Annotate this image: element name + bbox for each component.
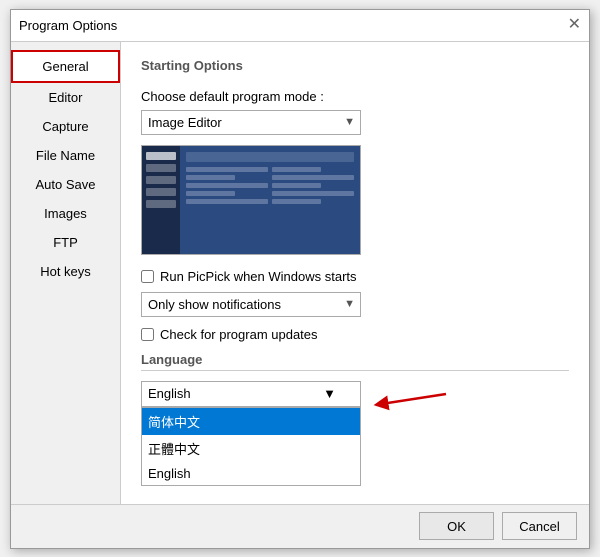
preview-col-2 (272, 167, 354, 204)
preview-col-1 (186, 167, 268, 204)
preview-sidebar-item-1 (146, 152, 176, 160)
run-on-startup-label: Run PicPick when Windows starts (160, 269, 357, 284)
sidebar-item-filename[interactable]: File Name (11, 141, 120, 170)
cancel-button[interactable]: Cancel (502, 512, 577, 540)
preview-content (186, 167, 354, 204)
preview-line-9 (272, 191, 354, 196)
language-dropdown: 简体中文 正體中文 English (141, 407, 361, 486)
preview-line-3 (186, 183, 268, 188)
preview-line-5 (186, 199, 268, 204)
window-body: General Editor Capture File Name Auto Sa… (11, 42, 589, 504)
mode-select-wrapper: Image Editor Screen Capture Color Picker… (141, 110, 361, 135)
program-options-window: Program Options ✕ General Editor Capture… (10, 9, 590, 549)
language-display[interactable]: English ▼ (141, 381, 361, 407)
language-section: Language English ▼ 简体中文 正體中文 English (141, 352, 569, 407)
preview-sidebar-item-4 (146, 188, 176, 196)
sidebar-item-autosave[interactable]: Auto Save (11, 170, 120, 199)
window-title: Program Options (19, 18, 117, 33)
language-option-simplified-chinese[interactable]: 简体中文 (142, 408, 360, 435)
startup-behavior-select[interactable]: Only show notifications Show window (141, 292, 361, 317)
mode-preview-image (141, 145, 361, 255)
preview-line-1 (186, 167, 268, 172)
main-content: Starting Options Choose default program … (121, 42, 589, 504)
close-button[interactable]: ✕ (568, 17, 581, 33)
sidebar-item-general[interactable]: General (11, 50, 120, 83)
preview-line-8 (272, 183, 321, 188)
mode-label: Choose default program mode : (141, 89, 569, 104)
startup-behavior-select-wrapper: Only show notifications Show window ▼ (141, 292, 361, 317)
preview-top-bar (186, 152, 354, 162)
run-on-startup-checkbox[interactable] (141, 270, 154, 283)
language-current-value: English (148, 386, 191, 401)
preview-sidebar-item-2 (146, 164, 176, 172)
preview-sidebar-item-5 (146, 200, 176, 208)
ok-button[interactable]: OK (419, 512, 494, 540)
sidebar-item-editor[interactable]: Editor (11, 83, 120, 112)
section-title: Starting Options (141, 58, 569, 77)
preview-main (180, 146, 360, 254)
preview-sidebar (142, 146, 180, 254)
language-arrow-icon: ▼ (323, 386, 336, 401)
preview-line-10 (272, 199, 321, 204)
mode-select[interactable]: Image Editor Screen Capture Color Picker (141, 110, 361, 135)
language-section-title: Language (141, 352, 569, 371)
sidebar-item-capture[interactable]: Capture (11, 112, 120, 141)
sidebar: General Editor Capture File Name Auto Sa… (11, 42, 121, 504)
preview-line-2 (186, 175, 235, 180)
check-updates-row: Check for program updates (141, 327, 569, 342)
preview-sidebar-item-3 (146, 176, 176, 184)
language-option-traditional-chinese[interactable]: 正體中文 (142, 435, 360, 462)
red-arrow-indicator (371, 389, 451, 422)
sidebar-item-ftp[interactable]: FTP (11, 228, 120, 257)
footer: OK Cancel (11, 504, 589, 548)
sidebar-item-images[interactable]: Images (11, 199, 120, 228)
language-select-container: English ▼ 简体中文 正體中文 English (141, 381, 361, 407)
check-updates-label: Check for program updates (160, 327, 318, 342)
preview-line-7 (272, 175, 354, 180)
title-bar: Program Options ✕ (11, 10, 589, 42)
sidebar-item-hotkeys[interactable]: Hot keys (11, 257, 120, 286)
preview-line-6 (272, 167, 321, 172)
language-select-wrapper: English ▼ 简体中文 正體中文 English (141, 381, 361, 407)
check-updates-checkbox[interactable] (141, 328, 154, 341)
run-on-startup-row: Run PicPick when Windows starts (141, 269, 569, 284)
language-option-english[interactable]: English (142, 462, 360, 485)
preview-line-4 (186, 191, 235, 196)
